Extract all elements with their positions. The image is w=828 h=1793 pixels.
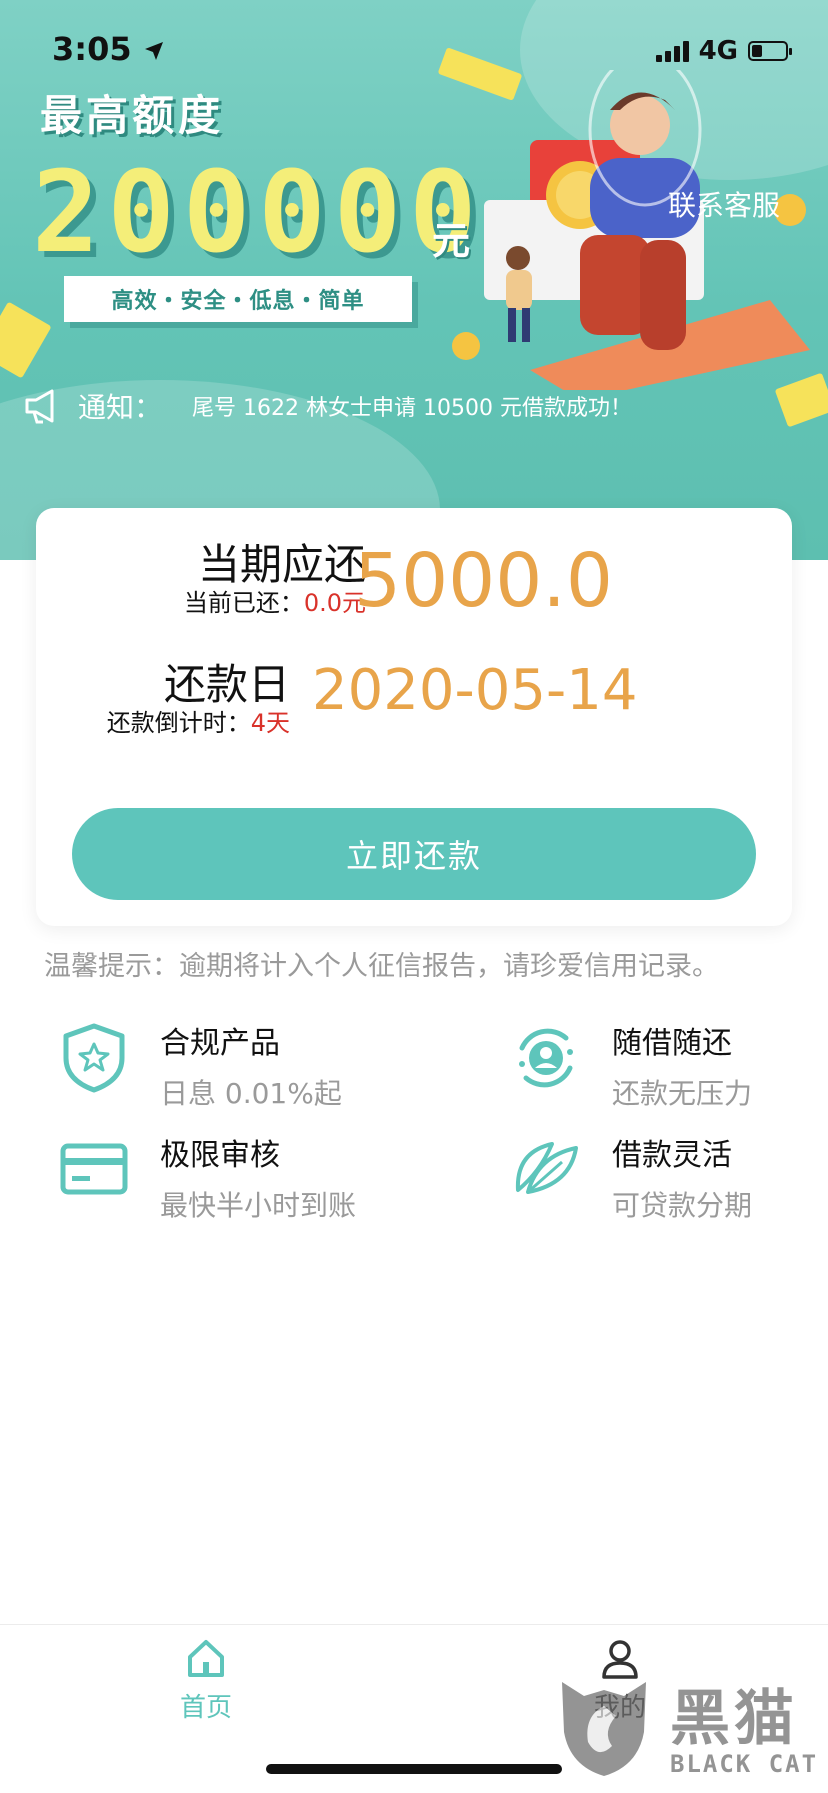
watermark: 黑猫 BLACK CAT xyxy=(554,1670,824,1788)
due-date: 2020-05-14 xyxy=(312,658,638,723)
cellular-signal-icon xyxy=(655,40,689,62)
feature-fast-review: 极限审核 最快半小时到账 xyxy=(60,1138,356,1222)
due-label-group: 当期应还 当前已还：0.0元 xyxy=(96,542,366,618)
due-amount: 5000.0 xyxy=(354,538,613,624)
feature-compliant-product: 合规产品 日息 0.01%起 xyxy=(60,1022,342,1110)
coin-icon xyxy=(452,332,480,360)
watermark-en: BLACK CAT xyxy=(670,1750,819,1778)
contact-service-link[interactable]: 联系客服 xyxy=(668,184,780,224)
feature-flexible-loan: 借款灵活 可贷款分期 xyxy=(512,1138,752,1222)
feature-borrow-anytime: 随借随还 还款无压力 xyxy=(512,1022,752,1110)
feature-title: 合规产品 xyxy=(160,1026,280,1061)
status-bar: 3:05 4G xyxy=(0,0,828,100)
paid-row: 当前已还：0.0元 xyxy=(96,588,366,618)
due-title: 当期应还 xyxy=(197,540,366,589)
card-icon xyxy=(60,1143,128,1195)
floating-ticket-decoration xyxy=(0,301,52,379)
date-label-group: 还款日 还款倒计时：4天 xyxy=(36,662,290,738)
feature-subtitle: 可贷款分期 xyxy=(612,1189,753,1222)
warm-tip: 温馨提示：逾期将计入个人征信报告，请珍爱信用记录。 xyxy=(44,951,719,982)
countdown-value: 4天 xyxy=(250,709,290,737)
user-cycle-icon xyxy=(519,1028,573,1088)
countdown-row: 还款倒计时：4天 xyxy=(36,708,290,738)
megaphone-icon xyxy=(25,389,54,424)
notice-text: 尾号 1622 林女士申请 10500 元借款成功！ xyxy=(192,396,632,421)
feature-subtitle: 最快半小时到账 xyxy=(160,1189,357,1222)
date-title: 还款日 xyxy=(163,660,290,709)
banner-max-amount: 200000 xyxy=(32,148,485,278)
status-time: 3:05 xyxy=(52,30,165,68)
network-type: 4G xyxy=(698,36,738,66)
banner-tags: 高效・安全・低息・简单 xyxy=(64,276,412,322)
black-cat-logo-icon xyxy=(562,1682,646,1776)
location-arrow-icon xyxy=(144,42,163,60)
tab-home[interactable]: 首页 xyxy=(146,1637,266,1724)
battery-icon xyxy=(748,41,792,61)
feature-title: 极限审核 xyxy=(160,1138,280,1173)
feature-title: 借款灵活 xyxy=(612,1138,732,1173)
home-icon xyxy=(188,1640,224,1677)
banner-unit: 元 xyxy=(432,219,471,263)
repay-now-button[interactable]: 立即还款 xyxy=(72,808,756,900)
home-indicator xyxy=(266,1764,562,1774)
feature-title: 随借随还 xyxy=(612,1026,732,1061)
watermark-cn: 黑猫 xyxy=(670,1684,798,1754)
status-indicators: 4G xyxy=(655,36,792,66)
status-time-text: 3:05 xyxy=(52,30,132,68)
feature-subtitle: 还款无压力 xyxy=(612,1077,753,1110)
paid-label: 当前已还： xyxy=(183,589,304,617)
leaf-icon xyxy=(515,1142,578,1194)
feature-subtitle: 日息 0.01%起 xyxy=(160,1077,342,1110)
tab-home-label: 首页 xyxy=(179,1693,232,1723)
countdown-label: 还款倒计时： xyxy=(106,709,251,737)
shield-star-icon xyxy=(63,1023,125,1093)
notice-label: 通知： xyxy=(78,391,163,424)
small-figure-illustration xyxy=(506,246,532,342)
notice-bar[interactable]: 通知： 尾号 1622 林女士申请 10500 元借款成功！ xyxy=(24,386,632,426)
repayment-card: 当期应还 当前已还：0.0元 5000.0 还款日 还款倒计时：4天 2020-… xyxy=(36,508,792,926)
